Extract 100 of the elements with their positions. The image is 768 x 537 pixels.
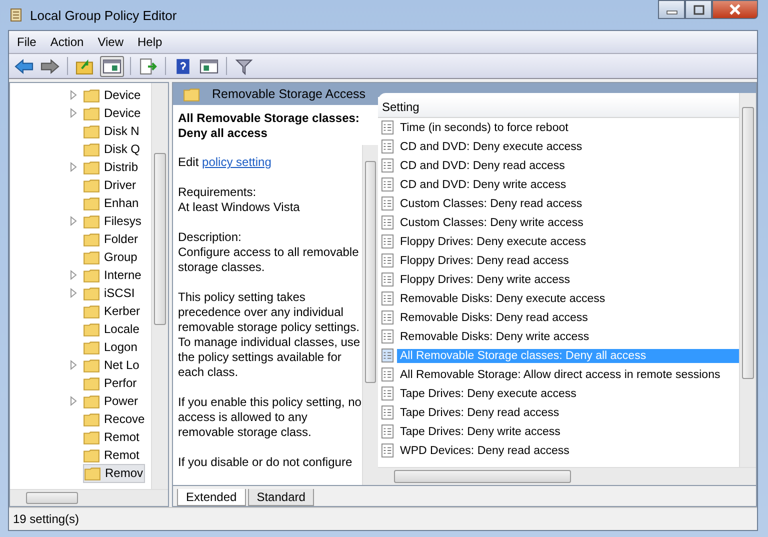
setting-row[interactable]: Removable Disks: Deny write access [397, 330, 739, 344]
folder-icon [83, 376, 100, 390]
folder-icon [83, 358, 100, 372]
menu-item[interactable]: View [98, 35, 124, 49]
expand-arrow-icon[interactable] [70, 216, 78, 226]
expand-arrow-icon[interactable] [70, 162, 78, 172]
tree-item[interactable]: Remot [83, 446, 140, 464]
policy-icon [381, 348, 394, 363]
expand-arrow-icon[interactable] [70, 396, 78, 406]
setting-row[interactable]: WPD Devices: Deny read access [397, 444, 739, 458]
tree-item[interactable]: Logon [83, 338, 138, 356]
scrollbar[interactable] [151, 83, 168, 489]
folder-icon [83, 304, 100, 318]
tree-item[interactable]: Recove [83, 410, 146, 428]
filter-icon[interactable] [233, 56, 255, 76]
setting-row[interactable]: Floppy Drives: Deny write access [397, 272, 739, 286]
scrollbar[interactable] [362, 145, 378, 485]
scrollbar[interactable] [739, 93, 756, 467]
policy-setting-link[interactable]: policy setting [202, 155, 272, 169]
minimize-button[interactable] [658, 0, 685, 19]
tree-item[interactable]: Distrib [83, 158, 140, 176]
tree-item[interactable]: Kerber [83, 302, 142, 320]
setting-row[interactable]: Tape Drives: Deny execute access [397, 386, 739, 400]
policy-icon [381, 367, 394, 382]
setting-row[interactable]: Custom Classes: Deny read access [397, 196, 739, 210]
tree-item[interactable]: Folder [83, 230, 140, 248]
description-text: At least Windows Vista [178, 200, 301, 215]
folder-icon [183, 86, 200, 102]
scroll-icon [8, 7, 24, 23]
tree-item[interactable]: Net Lo [83, 356, 140, 374]
policy-icon [381, 196, 394, 211]
expand-arrow-icon[interactable] [70, 270, 78, 280]
setting-row[interactable]: All Removable Storage: Allow direct access in remote sessions [397, 368, 739, 382]
folder-icon [83, 178, 100, 192]
folder-icon [83, 412, 100, 426]
expand-arrow-icon[interactable] [70, 288, 78, 298]
panel-icon[interactable] [100, 56, 124, 76]
expand-arrow-icon[interactable] [70, 90, 78, 100]
policy-icon [381, 291, 394, 306]
menu-item[interactable]: Help [138, 35, 162, 49]
scrollbar[interactable] [378, 467, 756, 485]
expand-arrow-icon[interactable] [70, 360, 78, 370]
folder-icon [84, 466, 101, 480]
panel-icon[interactable] [198, 56, 220, 76]
setting-row[interactable]: Removable Disks: Deny read access [397, 310, 739, 324]
tree-item[interactable]: Disk N [83, 122, 140, 140]
folder-icon [83, 106, 100, 120]
setting-row[interactable]: Custom Classes: Deny write access [397, 216, 739, 230]
tree-item[interactable]: Device [83, 86, 142, 104]
tree-item[interactable]: Driver [83, 176, 137, 194]
folder-icon [83, 142, 100, 156]
tree-item[interactable]: Power [83, 392, 140, 410]
tree-item[interactable]: Group [83, 248, 138, 266]
setting-row[interactable]: CD and DVD: Deny read access [397, 158, 739, 172]
folder-icon [83, 124, 100, 138]
back-icon[interactable] [13, 56, 35, 76]
folder-icon [83, 430, 100, 444]
tree-item[interactable]: Perfor [83, 374, 138, 392]
policy-icon [381, 424, 394, 439]
setting-row[interactable]: CD and DVD: Deny write access [397, 178, 739, 192]
setting-row[interactable]: Tape Drives: Deny write access [397, 424, 739, 438]
setting-row[interactable]: Floppy Drives: Deny read access [397, 254, 739, 268]
folder-icon [83, 340, 100, 354]
status-text: 19 setting(s) [13, 512, 80, 526]
setting-row[interactable]: CD and DVD: Deny execute access [397, 140, 739, 154]
scrollbar[interactable] [10, 489, 168, 506]
setting-row[interactable]: Floppy Drives: Deny execute access [397, 234, 739, 248]
setting-row[interactable]: Time (in seconds) to force reboot [397, 120, 739, 134]
menu-item[interactable]: File [17, 35, 36, 49]
view-tab[interactable]: Standard [248, 489, 314, 506]
tree-item[interactable]: Locale [83, 320, 140, 338]
policy-icon [381, 253, 394, 268]
policy-icon [381, 443, 394, 458]
folder-icon [83, 232, 100, 246]
folder-icon [83, 214, 100, 228]
tree-item[interactable]: Disk Q [83, 140, 141, 158]
forward-icon[interactable] [39, 56, 61, 76]
policy-icon [381, 177, 394, 192]
tree-item[interactable]: Interne [83, 266, 142, 284]
maximize-button[interactable] [685, 0, 712, 19]
policy-icon [381, 139, 394, 154]
tree-item[interactable]: iSCSI [83, 284, 136, 302]
tree-item[interactable]: Remov [83, 464, 146, 482]
folder-icon [83, 88, 100, 102]
view-tab[interactable]: Extended [177, 489, 246, 506]
tree-item[interactable]: Filesys [83, 212, 142, 230]
column-header[interactable]: Setting [378, 97, 739, 118]
maximize-icon [692, 4, 704, 14]
tree-item[interactable]: Enhan [83, 194, 140, 212]
tree-item[interactable]: Remot [83, 428, 140, 446]
setting-row[interactable]: Tape Drives: Deny read access [397, 406, 739, 420]
setting-row[interactable]: Removable Disks: Deny execute access [397, 292, 739, 306]
menu-item[interactable]: Action [50, 35, 84, 49]
close-button[interactable] [712, 0, 758, 19]
expand-arrow-icon[interactable] [70, 108, 78, 118]
window-title: Local Group Policy Editor [30, 8, 177, 22]
policy-icon [381, 120, 394, 135]
policy-icon [381, 386, 394, 401]
export-list-icon[interactable] [137, 56, 159, 76]
tree-item[interactable]: Device [83, 104, 142, 122]
